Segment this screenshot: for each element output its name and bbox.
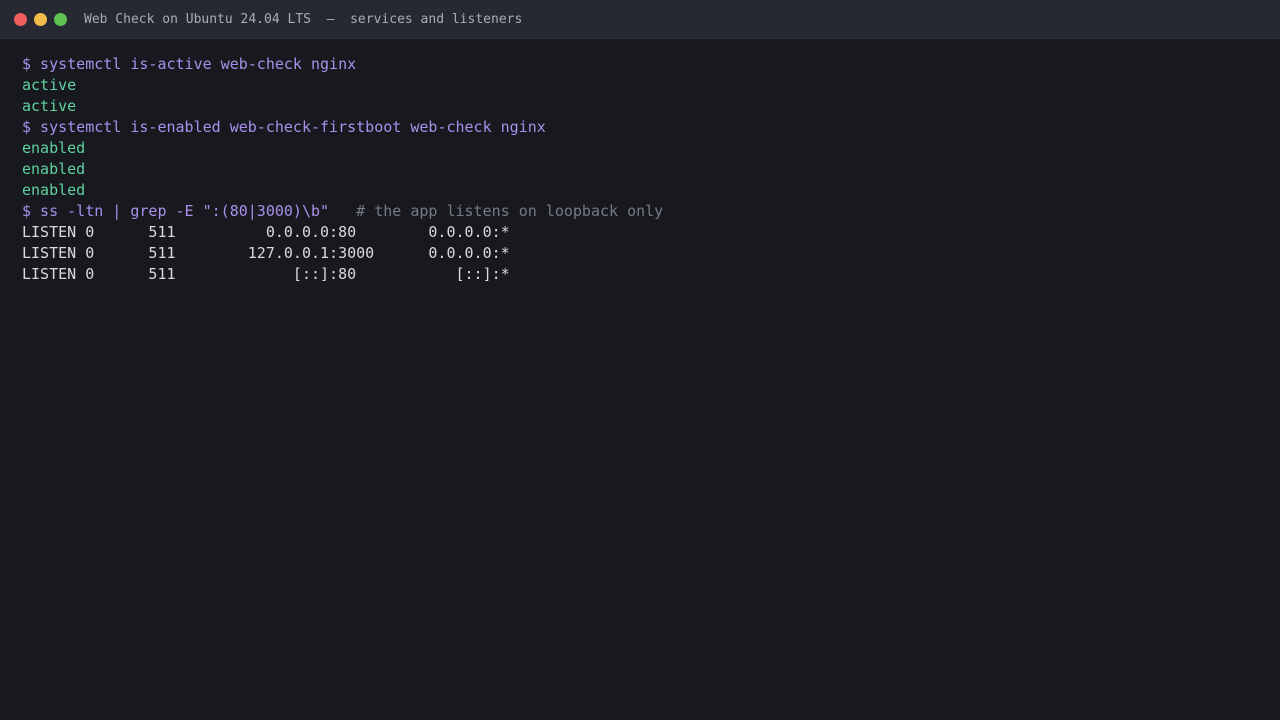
command-line: $ systemctl is-active web-check nginx [22,55,357,73]
close-window-button[interactable] [14,13,27,26]
title-bar: Web Check on Ubuntu 24.04 LTS – services… [0,0,1280,39]
terminal-window: Web Check on Ubuntu 24.04 LTS – services… [0,0,1280,720]
command-line: $ ss -ltn | grep -E ":(80|3000)\b" # the… [22,201,1258,222]
socket-row: LISTEN 0 511 [::]:80 [::]:* [22,265,510,283]
socket-row: LISTEN 0 511 127.0.0.1:3000 0.0.0.0:* [22,244,510,262]
command-comment: # the app listens on loopback only [356,202,664,220]
window-title: Web Check on Ubuntu 24.04 LTS – services… [84,12,523,27]
command-text: $ ss -ltn | grep -E ":(80|3000)\b" [22,202,330,220]
minimize-window-button[interactable] [34,13,47,26]
maximize-window-button[interactable] [54,13,67,26]
terminal-output[interactable]: $ systemctl is-active web-check nginx ac… [22,54,1258,720]
output-line: enabled [22,181,86,199]
output-line: enabled [22,160,86,178]
output-line: active [22,97,77,115]
output-line: active [22,76,77,94]
socket-row: LISTEN 0 511 0.0.0.0:80 0.0.0.0:* [22,223,510,241]
command-line: $ systemctl is-enabled web-check-firstbo… [22,118,546,136]
output-line: enabled [22,139,86,157]
